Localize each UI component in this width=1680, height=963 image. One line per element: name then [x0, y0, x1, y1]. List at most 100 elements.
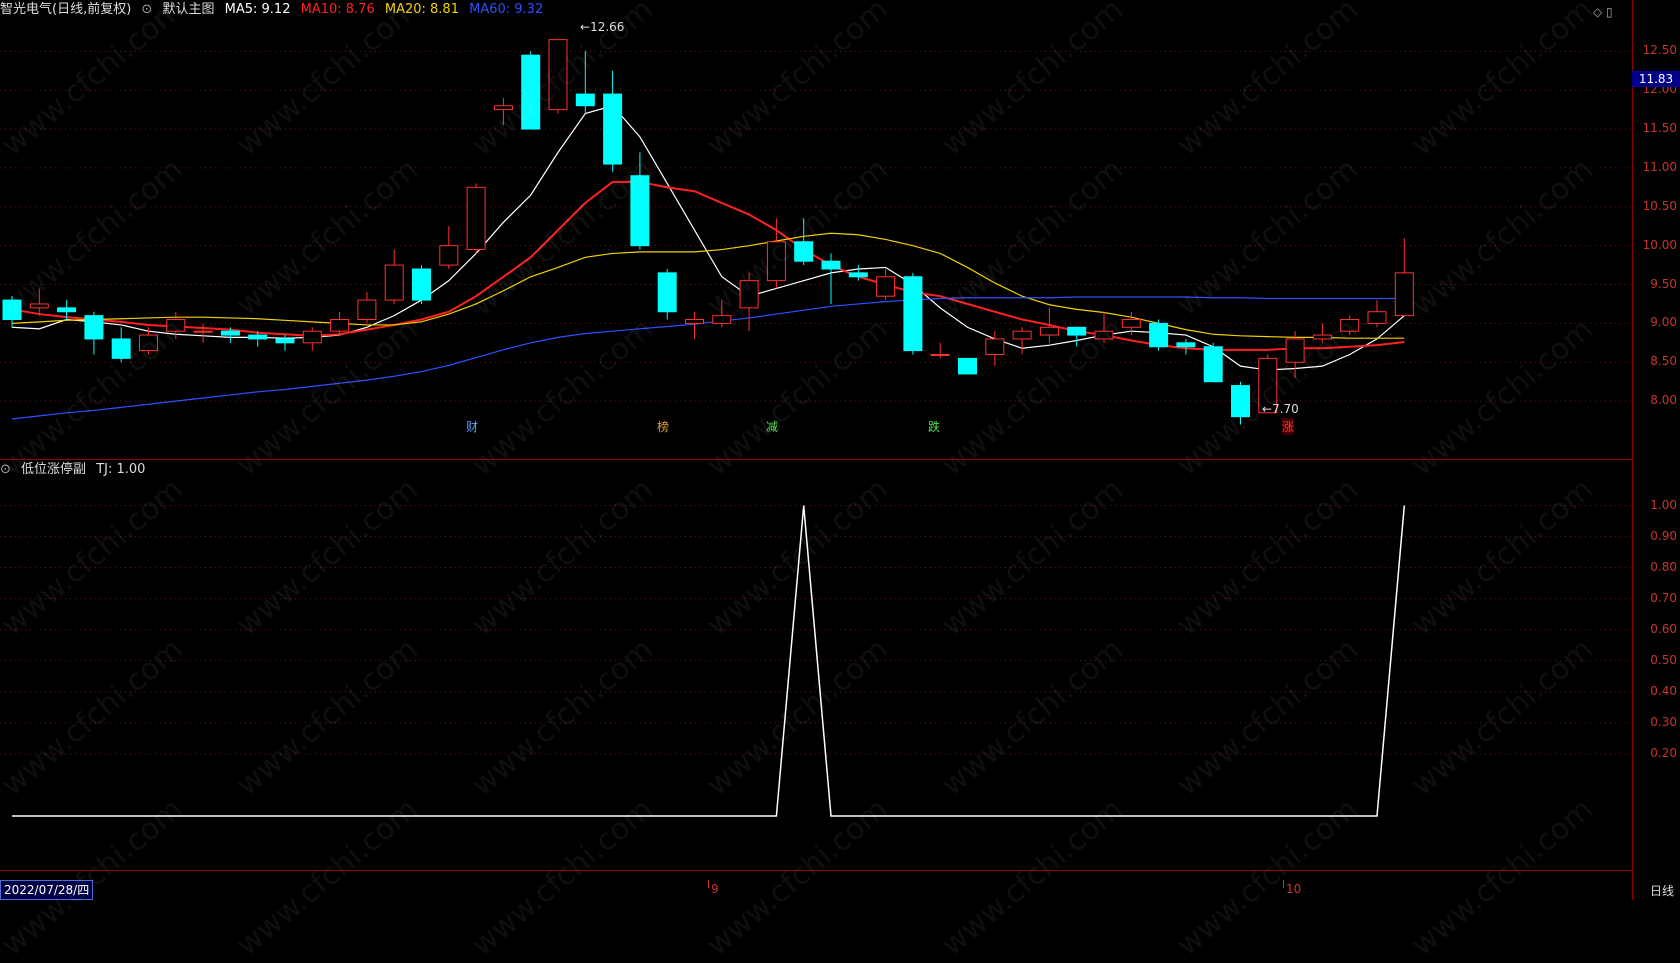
- candle-body: [903, 276, 923, 352]
- candle: [930, 342, 950, 359]
- candle-body: [302, 330, 322, 344]
- candle-body: [412, 268, 431, 301]
- candle-body: [357, 299, 377, 321]
- price-axis[interactable]: 12.50 12.00 11.50 11.00 10.50 10.00 9.50 9.00 8.…: [1632, 0, 1680, 900]
- candle-body: [794, 241, 814, 262]
- sub-chart-panel[interactable]: ⊙ 低位涨停副 TJ: 1.00: [0, 460, 1632, 871]
- candle: [685, 311, 704, 339]
- candle: [876, 268, 896, 301]
- candle-body: [330, 319, 350, 332]
- price-tick-label: 11.50: [1642, 121, 1677, 136]
- main-chart-panel[interactable]: 智光电气(日线,前复权) ⊙ 默认主图 MA5: 9.12 MA10: 8.76…: [0, 0, 1632, 460]
- indicator-chart[interactable]: [0, 460, 1632, 870]
- indicator-value: TJ: 1.00: [96, 462, 146, 477]
- candle-body: [57, 307, 77, 313]
- candle: [1039, 307, 1059, 343]
- candle-body: [930, 353, 950, 356]
- candle-body: [384, 264, 404, 301]
- candle: [739, 272, 759, 332]
- candle: [1149, 319, 1169, 351]
- candle-body: [766, 241, 786, 282]
- candle-body: [2, 299, 22, 321]
- candle-body: [848, 272, 868, 278]
- event-marker-rise[interactable]: 涨: [1282, 418, 1295, 435]
- window-control-icons[interactable]: ◇ ▯: [1593, 5, 1613, 19]
- candle: [903, 272, 923, 355]
- candle-body: [1149, 322, 1169, 348]
- candle: [1367, 300, 1387, 328]
- current-price-tag: 11.83: [1632, 71, 1680, 87]
- period-label[interactable]: 日线: [1650, 882, 1674, 899]
- candle-body: [139, 334, 158, 352]
- price-tick-label: 10.00: [1642, 237, 1677, 252]
- candle: [1203, 342, 1223, 383]
- candle: [111, 327, 131, 363]
- indicator-tick-label: 0.40: [1650, 683, 1677, 698]
- candle-body: [1039, 326, 1059, 336]
- candle: [958, 357, 977, 375]
- month-label-sep: 9: [711, 882, 719, 896]
- candle-body: [739, 280, 759, 309]
- candle: [712, 300, 732, 328]
- candle-body: [166, 319, 186, 332]
- candle-body: [1176, 342, 1196, 348]
- candle: [384, 249, 404, 304]
- candle: [439, 226, 459, 269]
- candle-body: [1340, 319, 1360, 332]
- dropdown-icon[interactable]: ⊙: [141, 2, 152, 17]
- high-price-marker: ←12.66: [580, 20, 625, 34]
- price-tick-label: 8.00: [1650, 393, 1677, 408]
- candle-body: [1367, 311, 1387, 324]
- candle: [412, 265, 431, 304]
- candle-body: [958, 357, 977, 375]
- candle-body: [1312, 334, 1332, 340]
- candle-body: [1231, 385, 1250, 418]
- candle: [1067, 326, 1087, 347]
- candle-body: [712, 315, 732, 324]
- current-date: 2022/07/28/四: [0, 880, 94, 900]
- candle-body: [657, 272, 677, 313]
- event-marker-drop[interactable]: 跌: [928, 418, 940, 435]
- time-axis[interactable]: 2022/07/28/四 9 10 日线: [0, 880, 1680, 900]
- candle-body: [1203, 346, 1223, 383]
- candle-body: [876, 276, 896, 297]
- event-marker-reduce[interactable]: 减: [766, 418, 778, 435]
- candle: [193, 323, 213, 343]
- candle-body: [685, 319, 704, 324]
- candle-body: [84, 315, 104, 340]
- candle-body: [1094, 330, 1114, 340]
- candle-body: [466, 186, 486, 251]
- candle-body: [193, 330, 213, 333]
- template-name[interactable]: 默认主图: [162, 2, 214, 17]
- indicator-tick-label: 0.30: [1650, 714, 1677, 729]
- main-header: 智光电气(日线,前复权) ⊙ 默认主图 MA5: 9.12 MA10: 8.76…: [0, 0, 549, 20]
- dropdown-icon[interactable]: ⊙: [0, 462, 11, 477]
- candle: [330, 311, 350, 336]
- candle: [794, 218, 814, 266]
- candlestick-chart[interactable]: [0, 0, 1632, 459]
- price-tick-label: 9.00: [1650, 315, 1677, 330]
- candle: [1094, 311, 1114, 343]
- candle: [29, 288, 49, 316]
- sub-header: ⊙ 低位涨停副 TJ: 1.00: [0, 460, 151, 480]
- low-price-marker: ←7.70: [1262, 402, 1299, 416]
- candle-body: [603, 93, 623, 165]
- candle-body: [1012, 330, 1032, 340]
- indicator-tick-label: 0.70: [1650, 590, 1677, 605]
- indicator-ma60: MA60: 9.32: [469, 2, 544, 17]
- price-tick-label: 11.00: [1642, 159, 1677, 174]
- indicator-title[interactable]: 低位涨停副: [21, 462, 86, 477]
- price-tick-label: 8.50: [1650, 354, 1677, 369]
- candle-body: [248, 334, 268, 340]
- candle: [1176, 338, 1196, 355]
- candle: [84, 311, 104, 355]
- event-marker-finance[interactable]: 财: [466, 418, 478, 435]
- candle-body: [821, 260, 841, 270]
- indicator-tick-label: 0.90: [1650, 528, 1677, 543]
- event-marker-rank[interactable]: 榜: [657, 418, 669, 435]
- candle: [766, 218, 786, 289]
- indicator-tick-label: 1.00: [1650, 497, 1677, 512]
- candle-body: [29, 303, 49, 309]
- candle-body: [1067, 326, 1087, 336]
- candle: [466, 183, 486, 254]
